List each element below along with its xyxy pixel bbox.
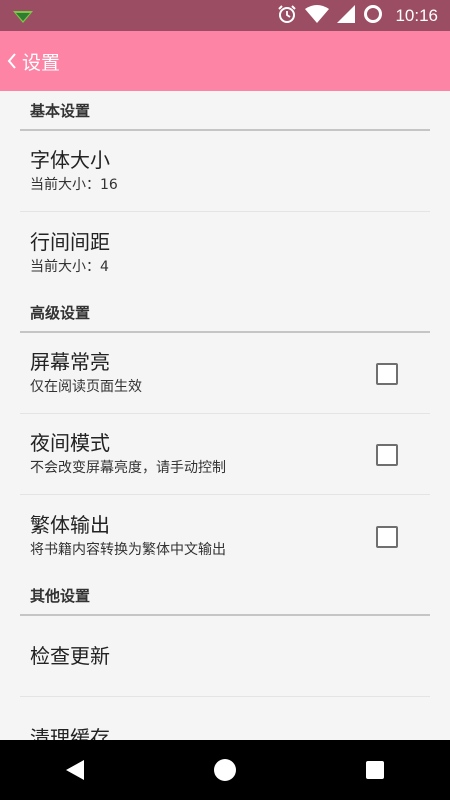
status-bar: 10:16	[0, 0, 450, 31]
setting-title: 屏幕常亮	[30, 350, 110, 374]
setting-font-size[interactable]: 字体大小 当前大小：16	[20, 131, 430, 212]
night-mode-checkbox[interactable]	[376, 444, 398, 466]
wifi-icon	[305, 4, 330, 27]
section-header-basic: 基本设置	[20, 91, 430, 131]
setting-summary: 不会改变屏幕亮度，请手动控制	[30, 460, 226, 476]
setting-title: 字体大小	[30, 148, 110, 172]
setting-night-mode[interactable]: 夜间模式 不会改变屏幕亮度，请手动控制	[20, 414, 430, 495]
setting-clear-cache[interactable]: 清理缓存	[20, 697, 430, 741]
setting-title: 检查更新	[30, 644, 110, 668]
setting-summary: 当前大小：4	[30, 258, 109, 275]
battery-icon	[363, 4, 383, 28]
alarm-icon	[277, 4, 297, 28]
settings-list[interactable]: 基本设置 字体大小 当前大小：16 行间间距 当前大小：4 高级设置 屏幕常亮 …	[0, 91, 450, 740]
setting-summary: 仅在阅读页面生效	[30, 379, 142, 395]
toolbar: 设置	[0, 31, 450, 91]
setting-traditional-output[interactable]: 繁体输出 将书籍内容转换为繁体中文输出	[20, 495, 430, 576]
clock: 10:16	[395, 5, 438, 25]
section-header-other: 其他设置	[20, 576, 430, 616]
home-circle-icon[interactable]	[195, 740, 255, 800]
setting-title: 繁体输出	[30, 512, 110, 537]
signal-icon	[337, 4, 356, 27]
setting-title: 夜间模式	[30, 431, 110, 455]
setting-title: 清理缓存	[30, 725, 110, 741]
setting-title: 行间间距	[30, 229, 110, 254]
setting-check-update[interactable]: 检查更新	[20, 616, 430, 697]
section-header-advanced: 高级设置	[20, 293, 430, 333]
chevron-left-icon[interactable]	[2, 52, 22, 70]
screen-on-checkbox[interactable]	[376, 363, 398, 385]
notification-icon	[12, 9, 34, 28]
traditional-output-checkbox[interactable]	[376, 525, 398, 548]
recents-square-icon[interactable]	[345, 740, 405, 800]
setting-summary: 将书籍内容转换为繁体中文输出	[30, 541, 226, 558]
navigation-bar	[0, 740, 450, 800]
page-title[interactable]: 设置	[22, 48, 60, 75]
back-triangle-icon[interactable]	[45, 740, 105, 800]
setting-screen-on[interactable]: 屏幕常亮 仅在阅读页面生效	[20, 333, 430, 414]
setting-summary: 当前大小：16	[30, 177, 118, 193]
setting-line-spacing[interactable]: 行间间距 当前大小：4	[20, 212, 430, 293]
